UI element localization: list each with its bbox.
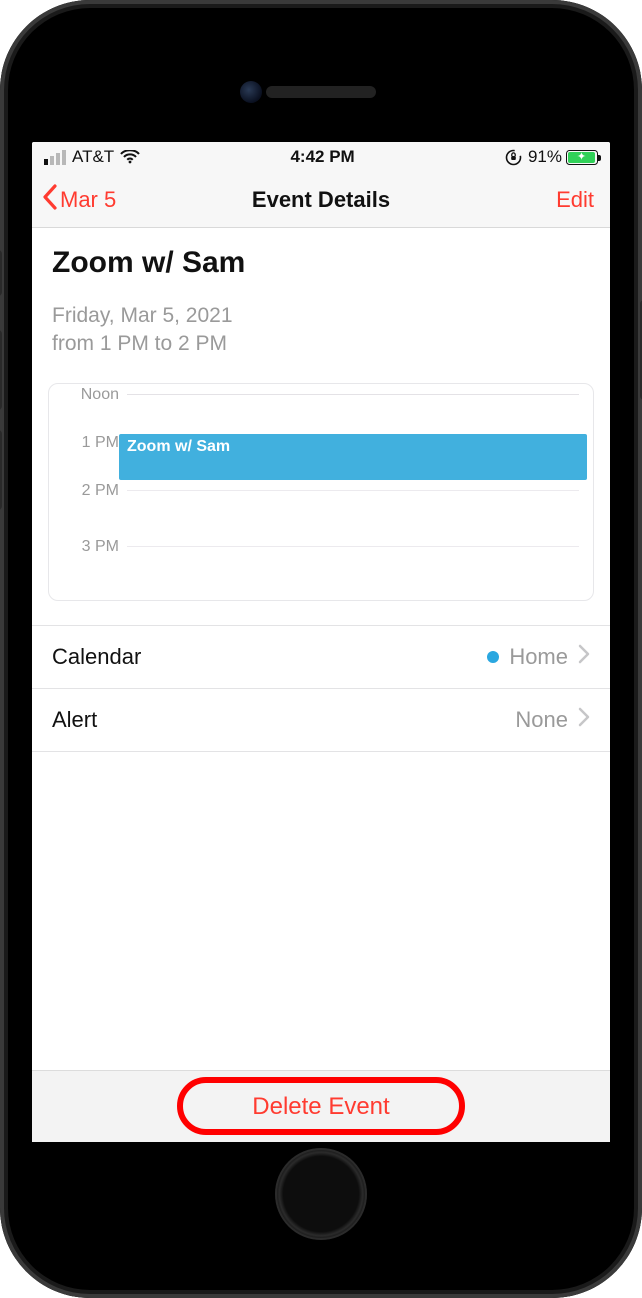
phone-silence-switch bbox=[0, 250, 2, 296]
battery-percentage: 91% bbox=[528, 147, 562, 167]
chevron-left-icon bbox=[42, 184, 58, 216]
cell-signal-icon bbox=[44, 150, 66, 165]
phone-front-camera bbox=[240, 81, 262, 103]
timeline-label-3pm: 3 PM bbox=[63, 538, 119, 556]
timeline-preview[interactable]: Noon 1 PM 2 PM 3 PM Zoom bbox=[48, 383, 594, 601]
content: Zoom w/ Sam Friday, Mar 5, 2021 from 1 P… bbox=[32, 228, 610, 1142]
event-datetime: Friday, Mar 5, 2021 from 1 PM to 2 PM bbox=[32, 286, 610, 383]
timeline-label-2pm: 2 PM bbox=[63, 482, 119, 500]
calendar-row[interactable]: Calendar Home bbox=[32, 626, 610, 689]
event-date: Friday, Mar 5, 2021 bbox=[52, 302, 590, 330]
edit-button[interactable]: Edit bbox=[556, 172, 594, 227]
timeline-label-noon: Noon bbox=[63, 386, 119, 404]
phone-volume-down bbox=[0, 430, 2, 510]
detail-list: Calendar Home Alert None bbox=[32, 625, 610, 752]
timeline-event-block[interactable]: Zoom w/ Sam bbox=[119, 434, 587, 480]
phone-speaker bbox=[266, 86, 376, 98]
calendar-row-label: Calendar bbox=[52, 644, 141, 670]
status-time: 4:42 PM bbox=[290, 147, 354, 167]
phone-home-button[interactable] bbox=[275, 1148, 367, 1240]
event-title: Zoom w/ Sam bbox=[52, 246, 590, 280]
page-title: Event Details bbox=[252, 187, 390, 213]
screen: AT&T 4:42 PM 91% ✦ bbox=[32, 142, 610, 1142]
delete-bar: Delete Event bbox=[32, 1070, 610, 1142]
phone-frame: AT&T 4:42 PM 91% ✦ bbox=[0, 0, 642, 1298]
phone-volume-up bbox=[0, 330, 2, 410]
battery-icon: ✦ bbox=[566, 150, 598, 165]
nav-bar: Mar 5 Event Details Edit bbox=[32, 172, 610, 228]
alert-row-value: None bbox=[515, 707, 568, 733]
back-button[interactable]: Mar 5 bbox=[42, 172, 116, 227]
back-label: Mar 5 bbox=[60, 187, 116, 213]
chevron-right-icon bbox=[578, 644, 590, 670]
alert-row[interactable]: Alert None bbox=[32, 689, 610, 752]
calendar-color-dot bbox=[487, 651, 499, 663]
alert-row-label: Alert bbox=[52, 707, 97, 733]
event-time: from 1 PM to 2 PM bbox=[52, 330, 590, 358]
chevron-right-icon bbox=[578, 707, 590, 733]
status-bar: AT&T 4:42 PM 91% ✦ bbox=[32, 142, 610, 172]
delete-event-button[interactable]: Delete Event bbox=[252, 1093, 389, 1121]
timeline-label-1pm: 1 PM bbox=[63, 434, 119, 452]
rotation-lock-icon bbox=[505, 149, 522, 166]
carrier-label: AT&T bbox=[72, 147, 114, 167]
wifi-icon bbox=[120, 150, 140, 164]
calendar-row-value: Home bbox=[509, 644, 568, 670]
